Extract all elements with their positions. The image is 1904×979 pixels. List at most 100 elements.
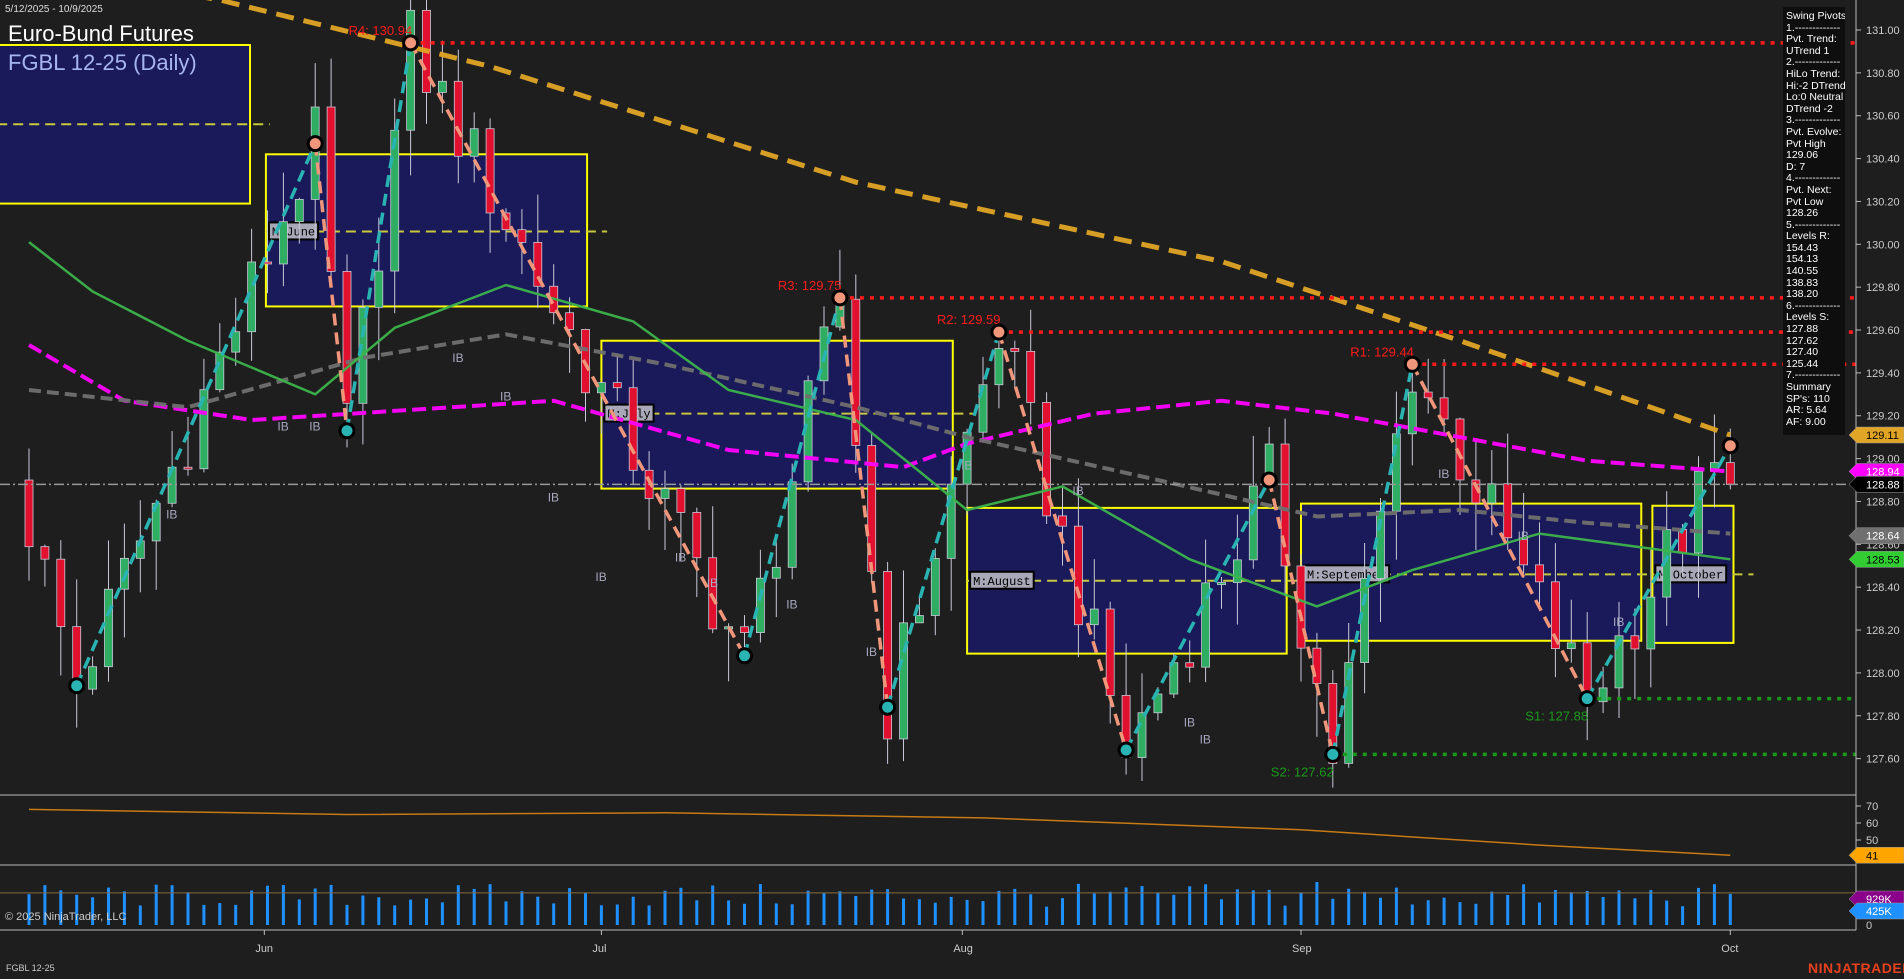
price-tick-label: 130.40 — [1866, 154, 1900, 166]
info-line: 129.06 — [1786, 150, 1842, 162]
price-marker: 128.53 — [1866, 554, 1900, 566]
pivot-low-marker — [1580, 692, 1594, 706]
candle-up — [89, 667, 97, 689]
candle-up — [900, 623, 908, 739]
candle-down — [518, 230, 526, 243]
price-tick-label: 127.60 — [1866, 754, 1900, 766]
candle-up — [597, 383, 605, 393]
info-line: Lo:0 Neutral — [1786, 92, 1842, 104]
copyright: © 2025 NinjaTrader, LLC — [5, 911, 126, 923]
ib-label: IB — [548, 490, 559, 504]
monthly-label: M:August — [973, 575, 1031, 589]
osc-tick-label: 50 — [1866, 835, 1878, 847]
monthly-label: M:September — [1307, 568, 1386, 582]
ib-label: IB — [452, 351, 463, 365]
candle-down — [1011, 348, 1019, 351]
candle-down — [1631, 636, 1639, 649]
ib-label: IB — [707, 576, 718, 590]
candle-up — [1249, 486, 1257, 560]
candle-down — [1186, 663, 1194, 667]
candle-up — [756, 578, 764, 632]
info-line: Pvt. Evolve: — [1786, 127, 1842, 139]
candle-down — [486, 129, 494, 213]
candle-down — [1074, 526, 1082, 625]
date-range: 5/12/2025 - 10/9/2025 — [5, 4, 103, 15]
volume-marker: 425K — [1866, 906, 1892, 918]
candle-up — [1695, 471, 1703, 553]
candle — [1043, 392, 1051, 524]
candle-up — [1090, 609, 1098, 625]
info-line: 127.88 — [1786, 324, 1842, 336]
candle-up — [1567, 643, 1575, 649]
level-label: R3: 129.75 — [778, 278, 842, 293]
candle-down — [1106, 609, 1114, 695]
candle-up — [1488, 484, 1496, 503]
candle-up — [438, 81, 446, 92]
candle-up — [391, 130, 399, 271]
price-tick-label: 127.80 — [1866, 711, 1900, 723]
candle-down — [1440, 398, 1448, 419]
candle-up — [772, 567, 780, 578]
candle-down — [613, 383, 621, 388]
price-tick-label: 128.80 — [1866, 496, 1900, 508]
month-label: Oct — [1721, 943, 1738, 955]
info-line: AF: 9.00 — [1786, 417, 1842, 429]
ib-label: IB — [309, 420, 320, 434]
candle-down — [41, 547, 49, 559]
candle — [852, 275, 860, 473]
ib-label: IB — [595, 570, 606, 584]
candle-down — [57, 559, 65, 626]
month-label: Sep — [1292, 943, 1312, 955]
price-chart[interactable]: M:JuneM:JulyM:AugustM:SeptemberM:October… — [0, 0, 1904, 979]
candle-up — [661, 489, 669, 499]
ib-label: IB — [1438, 467, 1449, 481]
info-line: 128.26 — [1786, 208, 1842, 220]
ib-label: IB — [1613, 615, 1624, 629]
osc-tick-label: 70 — [1866, 801, 1878, 813]
level-label: S1: 127.88 — [1525, 709, 1588, 724]
price-tick-label: 129.60 — [1866, 325, 1900, 337]
info-line: Swing Pivots — [1786, 11, 1842, 23]
month-label: Jun — [255, 943, 273, 955]
candle-down — [1313, 648, 1321, 683]
info-line: HiLo Trend: — [1786, 69, 1842, 81]
level-label: R1: 129.44 — [1350, 344, 1414, 359]
candle-up — [931, 558, 939, 615]
price-tick-label: 129.20 — [1866, 411, 1900, 423]
pivot-low-marker — [340, 424, 354, 438]
ib-label: IB — [866, 645, 877, 659]
candle-up — [1218, 583, 1226, 585]
candle-up — [788, 482, 796, 567]
candle-up — [995, 348, 1003, 384]
ib-label: IB — [675, 550, 686, 564]
ib-label: IB — [1518, 529, 1529, 543]
pivot-low-marker — [881, 700, 895, 714]
price-tick-label: 129.40 — [1866, 368, 1900, 380]
pivot-low-marker — [70, 679, 84, 693]
ninjatrader-logo: NINJATRADER — [1808, 960, 1904, 976]
price-tick-label: 130.00 — [1866, 239, 1900, 251]
candle-down — [25, 480, 33, 547]
pivot-high-marker — [1723, 439, 1737, 453]
month-label: Jul — [592, 943, 606, 955]
candle-down — [343, 271, 351, 403]
candle-down — [741, 627, 749, 633]
candle-down — [709, 558, 717, 629]
level-label: S2: 127.62 — [1271, 764, 1334, 779]
ib-label: IB — [1184, 715, 1195, 729]
candle-down — [693, 512, 701, 557]
price-marker: 128.88 — [1866, 479, 1900, 491]
osc-marker: 41 — [1866, 850, 1878, 862]
candle-down — [1059, 516, 1067, 526]
volume-tick-label: 0 — [1866, 920, 1872, 932]
instrument-symbol: FGBL 12-25 (Daily) — [8, 50, 197, 76]
price-tick-label: 130.20 — [1866, 196, 1900, 208]
candle-down — [629, 388, 637, 471]
pivot-high-marker — [404, 36, 418, 50]
candle-up — [1647, 597, 1655, 649]
symbol-label: FGBL 12-25 — [6, 963, 55, 973]
candle-down — [1504, 484, 1512, 538]
price-tick-label: 130.60 — [1866, 111, 1900, 123]
price-marker: 128.64 — [1866, 531, 1900, 543]
candle-up — [1138, 713, 1146, 758]
